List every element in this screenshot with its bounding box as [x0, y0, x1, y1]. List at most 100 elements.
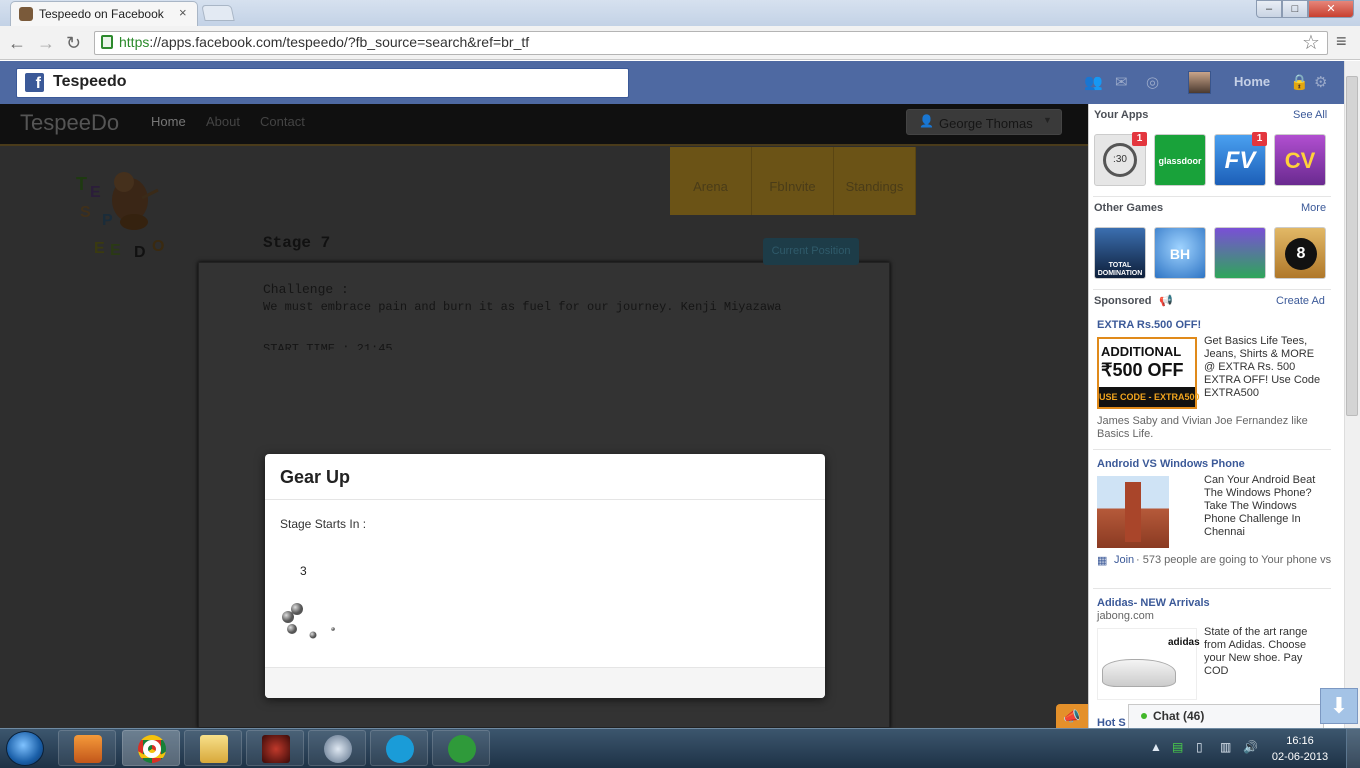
download-arrow-icon[interactable]: ⬇ [1320, 688, 1358, 724]
logo-letter: E [94, 240, 105, 257]
logo-letter: P [102, 212, 113, 229]
facebook-search-value[interactable]: Tespeedo [53, 73, 127, 91]
glassdoor-app-tile[interactable]: glassdoor [1154, 134, 1206, 186]
ad-body[interactable]: State of the art range from Adidas. Choo… [1204, 626, 1322, 678]
logo-letter: T [76, 174, 87, 194]
ad-body[interactable]: Can Your Android Beat The Windows Phone?… [1204, 474, 1322, 539]
back-arrow-icon[interactable]: ← [8, 33, 26, 53]
windows-start-button[interactable] [6, 731, 44, 766]
ad-image-tower[interactable] [1097, 476, 1169, 548]
gear-up-modal: Gear Up Stage Starts In : 3 [265, 454, 825, 698]
ad-img-line1: ADDITIONAL [1101, 344, 1182, 359]
ad-image-extra500[interactable]: ADDITIONAL ₹500 OFF USE CODE - EXTRA500 [1097, 337, 1200, 409]
tray-expand-icon[interactable]: ▲ [1150, 740, 1162, 754]
browser-tab-active[interactable]: Tespeedo on Facebook × [10, 1, 198, 26]
tower-shape [1125, 482, 1141, 542]
bubble-hunter-game-tile[interactable]: BH [1154, 227, 1206, 279]
logo-letter: S [80, 204, 91, 221]
taskbar-media-player[interactable] [58, 730, 116, 766]
tab-fbinvite[interactable]: FbInvite [752, 147, 834, 215]
system-clock[interactable]: 16:16 02-06-2013 [1270, 733, 1330, 765]
logo-letter: D [134, 244, 146, 261]
ad-image-shoe[interactable]: adidas [1097, 628, 1200, 700]
tab-standings[interactable]: Standings [834, 147, 916, 215]
app-notification-badge: 1 [1252, 132, 1267, 146]
ad-img-line3: USE CODE - EXTRA500 [1099, 387, 1200, 407]
volume-icon[interactable]: 🔊 [1243, 740, 1258, 754]
tespeedo-logo: T E S P E E D O [72, 160, 182, 265]
see-all-link[interactable]: See All [1293, 109, 1327, 121]
app-brand[interactable]: TespeeDo [20, 110, 119, 136]
tab-close-icon[interactable]: × [179, 5, 187, 20]
facebook-home-link[interactable]: Home [1234, 74, 1270, 89]
privacy-shortcuts-icon[interactable]: 🔒 [1290, 73, 1309, 91]
taskbar-skype[interactable] [370, 730, 428, 766]
new-tab-button[interactable] [201, 5, 235, 21]
cityville-app-tile[interactable]: CV [1274, 134, 1326, 186]
chrome-menu-icon[interactable]: ≡ [1336, 31, 1347, 52]
reload-icon[interactable]: ↻ [66, 33, 81, 53]
settings-gear-icon[interactable]: ⚙ [1314, 73, 1327, 91]
feedback-megaphone-icon[interactable]: 📣 [1056, 704, 1088, 728]
app-notification-badge: 1 [1132, 132, 1147, 146]
user-avatar[interactable] [1188, 71, 1211, 94]
sidebar-divider [1093, 289, 1331, 290]
tray-app-icon[interactable]: ▤ [1172, 740, 1183, 754]
wizard-game-tile[interactable] [1214, 227, 1266, 279]
tab-arena[interactable]: Arena [670, 147, 752, 215]
clock-time: 16:16 [1286, 735, 1314, 747]
taskbar-app[interactable] [308, 730, 366, 766]
chat-label[interactable]: Chat (46) [1153, 709, 1204, 723]
taskbar-explorer[interactable] [184, 730, 242, 766]
sponsored-heading: Sponsored [1094, 295, 1152, 307]
stage-title: Stage 7 [263, 234, 331, 252]
taskbar-game[interactable] [246, 730, 304, 766]
window-close-button[interactable]: ✕ [1308, 0, 1354, 18]
lock-icon[interactable] [101, 35, 113, 49]
show-desktop-button[interactable] [1346, 729, 1360, 768]
network-icon[interactable]: ▥ [1220, 740, 1231, 754]
facebook-logo-icon[interactable]: f [25, 73, 44, 92]
url-scheme: https [119, 34, 150, 50]
taskbar-chrome[interactable] [122, 730, 180, 766]
notifications-globe-icon[interactable]: ◎ [1146, 73, 1159, 91]
nav-contact[interactable]: Contact [260, 114, 305, 129]
countdown-value: 3 [300, 564, 307, 578]
url-rest: ://apps.facebook.com/tespeedo/?fb_source… [149, 34, 530, 50]
globe-app-icon [324, 735, 352, 763]
url-text[interactable]: https://apps.facebook.com/tespeedo/?fb_s… [119, 34, 529, 50]
battery-icon[interactable]: ▯ [1196, 740, 1203, 754]
total-domination-game-tile[interactable]: TOTAL DOMINATION [1094, 227, 1146, 279]
ad-title[interactable]: Hot S [1097, 717, 1126, 728]
clock-date: 02-06-2013 [1271, 751, 1329, 763]
nav-about[interactable]: About [206, 114, 240, 129]
ad-body[interactable]: Get Basics Life Tees, Jeans, Shirts & MO… [1204, 335, 1328, 400]
messages-icon[interactable]: ✉ [1115, 73, 1128, 91]
forward-arrow-icon[interactable]: → [37, 33, 55, 53]
skype-icon [386, 735, 414, 763]
sidebar-divider [1093, 449, 1331, 450]
logo-letter: E [90, 184, 101, 201]
challenge-label: Challenge : [263, 282, 349, 297]
ad-title[interactable]: EXTRA Rs.500 OFF! [1097, 319, 1201, 331]
join-event-link[interactable]: Join [1114, 554, 1134, 566]
ad-title[interactable]: Adidas- NEW Arrivals [1097, 597, 1210, 609]
caret-down-icon: ▼ [1043, 115, 1052, 125]
user-dropdown-button[interactable]: 👤 George Thomas ▼ [906, 109, 1062, 135]
app-tile-label: :30 [1103, 143, 1137, 177]
nav-home[interactable]: Home [151, 114, 186, 129]
user-icon: 👤 [919, 114, 934, 128]
ad-img-brand: adidas [1168, 637, 1200, 648]
create-ad-link[interactable]: Create Ad [1276, 295, 1325, 307]
bookmark-star-icon[interactable]: ☆ [1302, 30, 1320, 55]
pool-game-tile[interactable]: 8 [1274, 227, 1326, 279]
scrollbar-thumb[interactable] [1346, 76, 1358, 416]
current-position-button[interactable]: Current Position [763, 238, 859, 265]
ad-title[interactable]: Android VS Windows Phone [1097, 458, 1245, 470]
window-maximize-button[interactable]: □ [1282, 0, 1308, 18]
taskbar-utorrent[interactable] [432, 730, 490, 766]
pool-ball-label: 8 [1285, 238, 1317, 270]
window-minimize-button[interactable]: – [1256, 0, 1282, 18]
more-games-link[interactable]: More [1301, 202, 1326, 214]
friend-requests-icon[interactable]: 👥 [1084, 73, 1103, 91]
